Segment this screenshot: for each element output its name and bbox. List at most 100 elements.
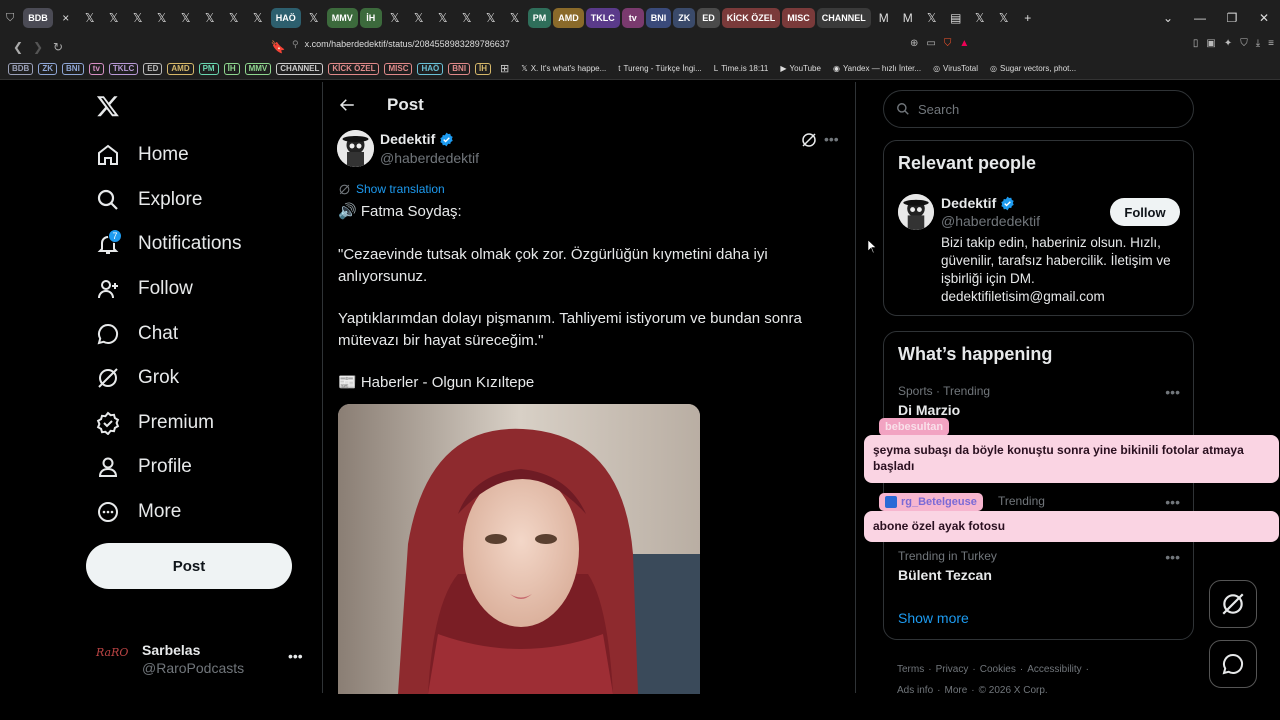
trend-item[interactable]: Trending in Turkey Bülent Tezcan •••	[898, 549, 1188, 583]
bookmark-folder[interactable]: KİCK ÖZEL	[328, 62, 380, 75]
wallet-icon[interactable]: ▣	[1206, 38, 1215, 49]
browser-tab[interactable]: ×	[55, 8, 77, 28]
browser-tab[interactable]: tv	[621, 8, 644, 28]
bookmark-folder[interactable]: HAÖ	[417, 62, 444, 75]
browser-tab[interactable]: 𝕏	[223, 8, 245, 28]
bookmark-folder[interactable]: tv	[88, 62, 104, 75]
browser-tab[interactable]: 𝕏	[303, 8, 325, 28]
brave-menu-icon[interactable]: ⛉	[6, 12, 14, 25]
browser-tab[interactable]: MISC	[782, 8, 815, 28]
extension-icon[interactable]: ✦	[1224, 38, 1232, 49]
apps-grid-icon[interactable]: ⊞	[500, 62, 509, 75]
bookmark-link[interactable]: ◉ Yandex — hızlı İnter...	[833, 64, 921, 73]
reload-icon[interactable]: ↻	[48, 40, 68, 54]
bookmark-folder[interactable]: MMV	[244, 62, 272, 75]
zoom-icon[interactable]: ⊕	[910, 38, 918, 49]
footer-link[interactable]: Accessibility	[1027, 664, 1081, 675]
bookmark-folder[interactable]: ZK	[38, 62, 58, 75]
bookmark-folder[interactable]: AMD	[167, 62, 194, 75]
show-more-link[interactable]: Show more	[898, 610, 969, 626]
back-icon[interactable]: ❮	[8, 40, 28, 54]
show-translation-link[interactable]: Show translation	[338, 182, 445, 196]
nav-item-chat[interactable]: Chat	[86, 311, 306, 356]
bookmark-folder[interactable]: İH	[475, 62, 492, 75]
browser-tab[interactable]: M	[873, 8, 895, 28]
grok-icon[interactable]	[800, 131, 818, 149]
account-switcher[interactable]: RaRO Sarbelas @RaroPodcasts •••	[96, 640, 306, 680]
browser-tab[interactable]: 𝕏	[993, 8, 1015, 28]
more-dots-icon[interactable]: •••	[288, 648, 303, 664]
bookmark-link[interactable]: ▶ YouTube	[780, 64, 821, 73]
nav-item-follow[interactable]: Follow	[86, 267, 306, 312]
more-dots-icon[interactable]: •••	[1165, 494, 1180, 510]
trend-item[interactable]: Sports · Trending Di Marzio •••	[898, 384, 1188, 418]
browser-tab[interactable]: 𝕏	[432, 8, 454, 28]
nav-item-more[interactable]: More	[86, 490, 306, 535]
menu-icon[interactable]: ≡	[1268, 38, 1274, 49]
bookmark-link[interactable]: ◎ Sugar vectors, phot...	[990, 64, 1076, 73]
browser-tab[interactable]: 𝕏	[480, 8, 502, 28]
brave-shield-icon[interactable]: ⛉	[944, 38, 952, 49]
sidebar-icon[interactable]: ▯	[1193, 38, 1199, 49]
footer-link[interactable]: More	[944, 685, 967, 696]
browser-tab[interactable]: AMD	[553, 8, 584, 28]
browser-tab[interactable]: ZK	[673, 8, 696, 28]
browser-tab[interactable]: 𝕏	[199, 8, 221, 28]
cast-icon[interactable]: ▭	[926, 38, 935, 49]
browser-tab[interactable]: MMV	[326, 8, 358, 28]
close-window-button[interactable]: ✕	[1248, 11, 1280, 25]
relevant-name[interactable]: Dedektif	[941, 195, 1015, 211]
follow-button[interactable]: Follow	[1110, 198, 1180, 226]
footer-link[interactable]: Cookies	[980, 664, 1016, 675]
nav-item-home[interactable]: Home	[86, 133, 306, 178]
bookmark-folder[interactable]: TKLC	[108, 62, 139, 75]
bookmark-folder[interactable]: BDB	[8, 62, 34, 75]
browser-tab[interactable]: 𝕏	[969, 8, 991, 28]
browser-tab[interactable]: 𝕏	[384, 8, 406, 28]
browser-tab[interactable]: 𝕏	[456, 8, 478, 28]
bookmark-folder[interactable]: BNI	[62, 62, 84, 75]
bookmark-link[interactable]: 𝕏 X. It's what's happe...	[521, 64, 606, 73]
browser-tab[interactable]: ED	[697, 8, 720, 28]
bookmark-link[interactable]: L Time.is 18:11	[714, 64, 769, 73]
post-button[interactable]: Post	[86, 543, 292, 589]
post-media-image[interactable]	[338, 404, 700, 694]
search-input[interactable]: Search	[883, 90, 1194, 128]
bookmark-folder[interactable]: BNI	[448, 62, 471, 75]
nav-item-grok[interactable]: Grok	[86, 356, 306, 401]
nav-item-explore[interactable]: Explore	[86, 178, 306, 223]
browser-tab[interactable]: HAÖ	[270, 8, 301, 28]
bookmark-folder[interactable]: PM	[198, 62, 219, 75]
nav-item-premium[interactable]: Premium	[86, 401, 306, 446]
bookmark-link[interactable]: t Tureng - Türkçe İngi...	[618, 64, 702, 73]
bookmark-link[interactable]: ◎ VirusTotal	[933, 64, 978, 73]
browser-tab[interactable]: 𝕏	[151, 8, 173, 28]
back-arrow-icon[interactable]	[338, 96, 356, 114]
minimize-button[interactable]: —	[1184, 11, 1216, 25]
browser-tab[interactable]: 𝕏	[921, 8, 943, 28]
bookmark-folder[interactable]: CHANNEL	[276, 62, 324, 75]
download-icon[interactable]: ⤓	[1256, 38, 1260, 49]
forward-icon[interactable]: ❯	[28, 40, 48, 54]
footer-link[interactable]: Privacy	[936, 664, 969, 675]
browser-tab[interactable]: M	[897, 8, 919, 28]
browser-tab[interactable]: 𝕏	[504, 8, 526, 28]
more-dots-icon[interactable]: •••	[824, 131, 839, 147]
browser-tab[interactable]: 𝕏	[79, 8, 101, 28]
browser-tab[interactable]: 𝕏	[103, 8, 125, 28]
footer-link[interactable]: Terms	[897, 664, 924, 675]
browser-tab[interactable]: İH	[359, 8, 382, 28]
browser-tab[interactable]: PM	[527, 8, 552, 28]
tab-list-icon[interactable]: ⌄	[1152, 11, 1184, 25]
x-logo-icon[interactable]	[96, 94, 120, 118]
browser-tab[interactable]: BDB	[23, 8, 53, 28]
more-dots-icon[interactable]: •••	[1165, 549, 1180, 565]
rewards-icon[interactable]: ▲	[959, 38, 969, 49]
bookmark-folder[interactable]: MISC	[384, 62, 413, 75]
more-dots-icon[interactable]: •••	[1165, 384, 1180, 400]
browser-tab[interactable]: 𝕏	[408, 8, 430, 28]
author-name[interactable]: Dedektif	[380, 131, 454, 147]
nav-item-profile[interactable]: Profile	[86, 445, 306, 490]
bookmark-icon[interactable]: 🔖	[268, 40, 288, 54]
browser-tab[interactable]: TKLC	[585, 8, 620, 28]
